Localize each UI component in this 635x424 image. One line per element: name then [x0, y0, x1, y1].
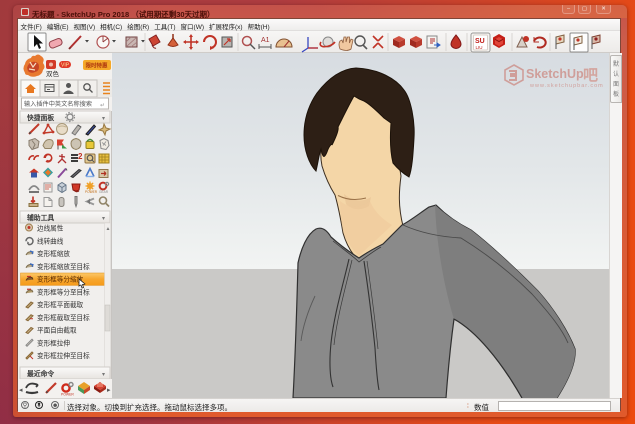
svg-text:辅助工具: 辅助工具	[27, 213, 54, 222]
svg-text:▲: ▲	[106, 226, 111, 232]
svg-text:↵: ↵	[100, 103, 105, 109]
svg-text:▸: ▸	[107, 387, 111, 394]
svg-text:SketchUp: SketchUp	[526, 67, 584, 81]
svg-text:变形框拉伸至目标: 变形框拉伸至目标	[37, 351, 90, 360]
svg-text:最近命令: 最近命令	[27, 369, 54, 378]
svg-text:边线属性: 边线属性	[37, 224, 64, 233]
svg-text:快捷面板: 快捷面板	[27, 113, 54, 122]
svg-text:双色: 双色	[46, 69, 60, 78]
svg-text:▾: ▾	[102, 116, 105, 122]
svg-text:变形框平面截取: 变形框平面截取	[37, 300, 84, 309]
svg-text:POWER: POWER	[85, 190, 98, 194]
svg-text:变形框缩放至目标: 变形框缩放至目标	[37, 262, 90, 271]
svg-text:◂: ◂	[19, 387, 23, 394]
svg-text:变形框缩放: 变形框缩放	[37, 249, 70, 258]
svg-text:变形框等分缩放: 变形框等分缩放	[37, 275, 84, 284]
svg-text:▾: ▾	[102, 216, 105, 222]
svg-text:▾: ▾	[102, 372, 105, 378]
svg-text:2: 2	[78, 152, 83, 161]
svg-text:VIP: VIP	[61, 63, 70, 69]
svg-text:线转曲线: 线转曲线	[37, 236, 64, 245]
svg-text:变形框等分至目标: 变形框等分至目标	[37, 287, 90, 296]
svg-text:吧: 吧	[583, 67, 598, 84]
svg-text:LIU: LIU	[476, 45, 483, 50]
svg-text:输入插件中英文名称搜索: 输入插件中英文名称搜索	[24, 100, 92, 108]
svg-text:限时特惠: 限时特惠	[86, 62, 109, 70]
svg-text:POWER: POWER	[61, 393, 74, 397]
svg-text:SU: SU	[475, 38, 485, 45]
svg-text:A1: A1	[261, 37, 270, 44]
svg-text:GEAR: GEAR	[99, 190, 109, 194]
svg-text:www.sketchupbar.com: www.sketchupbar.com	[529, 83, 604, 89]
svg-text:平面自由截取: 平面自由截取	[37, 326, 77, 335]
svg-text:变形框拉伸: 变形框拉伸	[37, 338, 70, 347]
svg-text:变形框截取至目标: 变形框截取至目标	[37, 313, 90, 322]
